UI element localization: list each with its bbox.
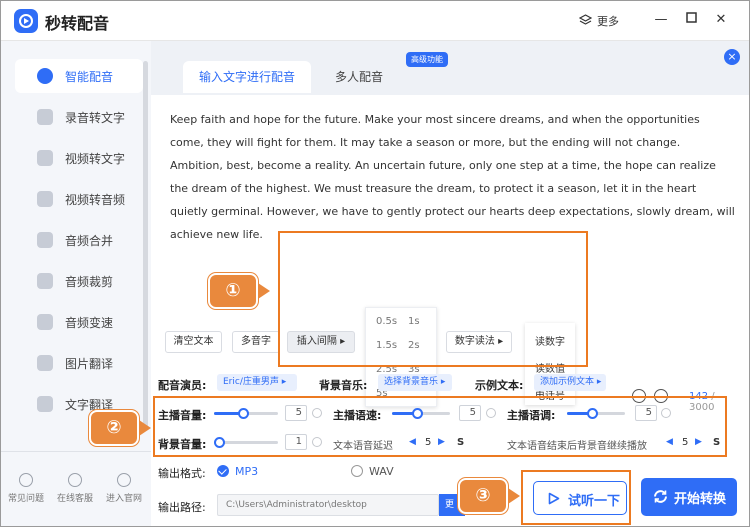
sample-label: 示例文本: [475,379,524,392]
image-icon [37,355,53,371]
sidebar-item-label: 音频变速 [65,316,114,330]
path-label: 输出路径: [158,501,206,514]
app-title: 秒转配音 [45,14,110,33]
speed-icon [37,314,53,330]
sidebar-item-label: 图片翻译 [65,357,114,371]
annotation-box-2 [153,396,727,457]
annotation-marker-3: ③ [458,478,508,514]
voice-label: 配音演员: [158,379,207,392]
app-window: 秒转配音 更多 — ✕ 智能配音 录音转文字 视频转文字 视频转音频 音频合并 … [0,0,750,527]
annotation-box-1 [278,231,588,367]
help-button[interactable]: 常见问题 [4,473,48,504]
format-mp3-label[interactable]: MP3 [235,465,258,478]
translate-icon [37,396,53,412]
convert-icon [654,490,667,503]
sidebar-item-smart-dubbing[interactable]: 智能配音 [15,59,143,93]
home-icon [117,473,131,487]
format-wav-radio[interactable] [351,465,363,477]
online-service-button[interactable]: 在线客服 [53,473,97,504]
premium-badge: 高级功能 [406,52,448,67]
sidebar-item-label: 智能配音 [65,70,114,84]
sidebar-item-label: 视频转文字 [65,152,126,166]
video-audio-icon [37,191,53,207]
bgm-selector[interactable]: 选择背景音乐 ▸ [378,374,452,391]
app-logo-icon [14,9,38,33]
sample-selector[interactable]: 添加示例文本 ▸ [534,374,606,391]
sidebar-item-audio-cut[interactable]: 音频裁剪 [15,264,143,298]
help-label: 常见问题 [7,494,44,504]
tabs-bar: 输入文字进行配音 多人配音 高级功能 × [151,41,749,95]
layers-icon[interactable] [578,14,593,30]
help-icon [19,473,33,487]
sidebar-item-record-to-text[interactable]: 录音转文字 [15,100,143,134]
sidebar-divider [1,451,151,452]
sidebar-item-label: 视频转音频 [65,193,126,207]
polyphone-button[interactable]: 多音字 [232,331,280,353]
editor-text[interactable]: Keep faith and hope for the future. Make… [170,108,736,246]
minimize-icon[interactable]: — [653,12,669,28]
sidebar-item-image-translate[interactable]: 图片翻译 [15,346,143,380]
clear-text-button[interactable]: 清空文本 [165,331,222,353]
format-mp3-radio[interactable] [217,465,229,477]
sidebar: 智能配音 录音转文字 视频转文字 视频转音频 音频合并 音频裁剪 音频变速 图片… [1,41,151,526]
annotation-marker-2: ② [89,410,139,446]
sidebar-item-audio-speed[interactable]: 音频变速 [15,305,143,339]
annotation-arrow-1 [258,283,270,299]
start-convert-button[interactable]: 开始转换 [641,478,737,516]
output-path-input[interactable]: C:\Users\Administrator\desktop [217,494,439,516]
annotation-arrow-3 [508,488,520,504]
format-wav-label[interactable]: WAV [369,465,394,478]
text-icon [37,109,53,125]
close-window-icon[interactable]: ✕ [713,12,729,28]
format-label: 输出格式: [158,467,206,480]
sidebar-item-audio-merge[interactable]: 音频合并 [15,223,143,257]
tab-text-dubbing[interactable]: 输入文字进行配音 [183,61,311,93]
sidebar-item-label: 音频裁剪 [65,275,114,289]
sidebar-item-video-to-text[interactable]: 视频转文字 [15,141,143,175]
title-bar: 秒转配音 更多 — ✕ [1,1,749,41]
close-panel-icon[interactable]: × [724,49,740,65]
merge-icon [37,232,53,248]
video-text-icon [37,150,53,166]
scissors-icon [37,273,53,289]
more-menu-button[interactable]: 更多 [597,13,619,29]
maximize-icon[interactable] [683,12,699,28]
sidebar-scrollbar[interactable] [143,61,148,431]
bgm-label: 背景音乐: [319,379,368,392]
voice-selector[interactable]: Eric/庄重男声 ▸ [217,374,297,391]
sidebar-item-label: 音频合并 [65,234,114,248]
official-site-label: 进入官网 [105,494,142,504]
start-convert-label: 开始转换 [674,492,727,507]
tab-multi-voice[interactable]: 多人配音 [311,61,407,93]
annotation-arrow-2 [139,420,151,436]
service-icon [68,473,82,487]
service-label: 在线客服 [56,494,93,504]
annotation-marker-1: ① [208,273,258,309]
annotation-box-3 [521,470,631,525]
official-site-button[interactable]: 进入官网 [102,473,146,504]
sidebar-item-label: 录音转文字 [65,111,126,125]
sidebar-item-video-to-audio[interactable]: 视频转音频 [15,182,143,216]
mic-icon [37,68,53,84]
